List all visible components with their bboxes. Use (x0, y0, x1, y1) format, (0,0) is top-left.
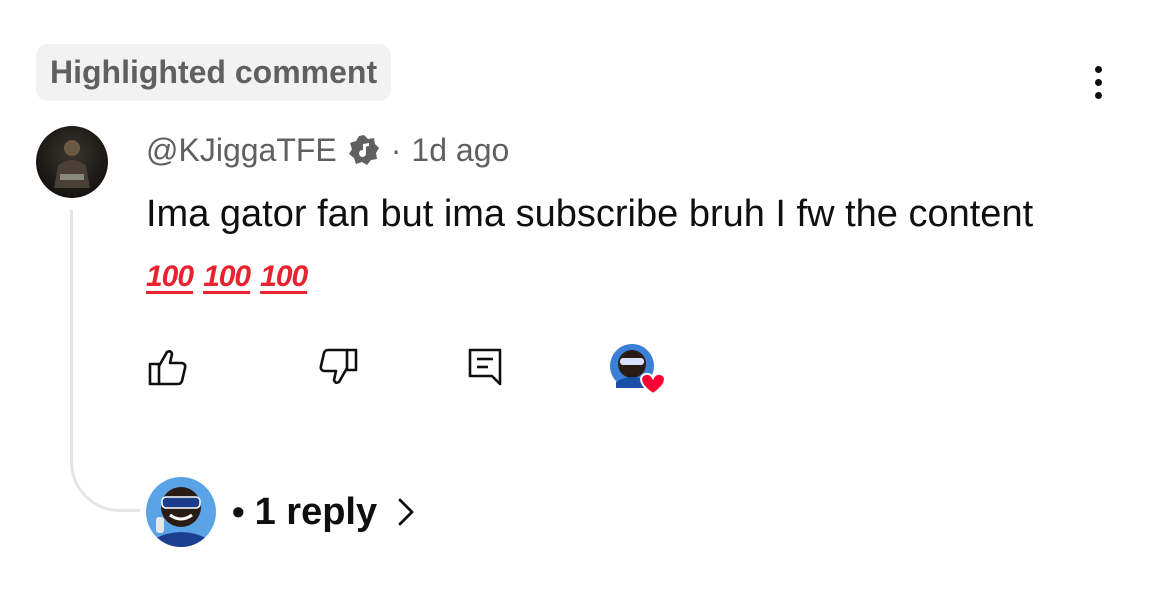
music-verified-icon (347, 133, 381, 167)
comment-reply-icon[interactable] (458, 340, 512, 394)
thread-connector-line (70, 210, 140, 512)
view-replies-button[interactable]: • 1 reply (146, 476, 417, 548)
more-options-icon[interactable] (1078, 58, 1118, 106)
hundred-points-emoji: 100 (146, 260, 194, 293)
thumb-up-icon[interactable] (140, 340, 194, 394)
author-handle[interactable]: @KJiggaTFE (146, 132, 337, 169)
hundred-points-emoji: 100 (260, 260, 308, 293)
reply-separator: • (232, 491, 245, 532)
thumb-down-icon[interactable] (312, 340, 366, 394)
reply-author-avatar (146, 477, 216, 547)
meta-separator: · (390, 131, 402, 168)
comment-text: Ima gator fan but ima subscribe bruh I f… (146, 193, 1034, 235)
highlighted-comment-badge: Highlighted comment (36, 44, 392, 101)
comment-meta: @KJiggaTFE · 1d ago (146, 128, 509, 172)
creator-heart-icon (608, 342, 672, 398)
chevron-right-icon (398, 498, 414, 526)
reply-count-label[interactable]: 1 reply (255, 491, 378, 534)
author-avatar[interactable] (36, 126, 108, 198)
hundred-points-emoji: 100 (203, 260, 251, 293)
comment-timestamp[interactable]: 1d ago (411, 132, 509, 169)
comment-body: Ima gator fan but ima subscribe bruh I f… (146, 184, 1066, 307)
